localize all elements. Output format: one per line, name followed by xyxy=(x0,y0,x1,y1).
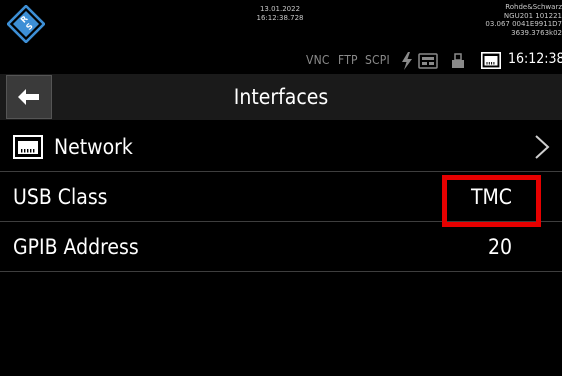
device-info-line: NGU201 101221 xyxy=(503,11,562,20)
usb-icon xyxy=(418,53,438,69)
device-info-line: 03.067 0041E9911D7 xyxy=(485,20,562,28)
settings-list: Network USB Class TMC GPIB Address 20 xyxy=(0,122,562,272)
device-info: Rohde&Schwarz NGU201 101221 03.067 0041E… xyxy=(485,3,562,37)
lightning-icon xyxy=(402,52,412,70)
network-icon xyxy=(481,52,501,69)
network-row[interactable]: Network xyxy=(0,122,562,172)
screen: R S 13.01.2022 16:12:38.728 Rohde&Schwar… xyxy=(0,0,562,376)
capture-date: 13.01.2022 xyxy=(259,5,301,13)
clock: 16:12:38 xyxy=(508,51,562,67)
arrow-left-icon xyxy=(18,89,39,105)
page-title: Interfaces xyxy=(233,85,329,109)
usb-class-row[interactable]: USB Class TMC xyxy=(0,172,562,227)
lock-icon xyxy=(452,53,464,68)
capture-timestamp: 13.01.2022 16:12:38.728 xyxy=(240,5,320,23)
scpi-indicator: SCPI xyxy=(365,53,390,67)
rs-logo-icon: R S xyxy=(7,5,45,43)
chevron-right-icon xyxy=(535,135,550,159)
back-button[interactable] xyxy=(6,75,52,119)
device-info-line: Rohde&Schwarz xyxy=(505,3,562,11)
ftp-indicator: FTP xyxy=(338,53,358,67)
usb-class-value: TMC xyxy=(470,185,512,209)
network-icon xyxy=(13,135,43,159)
usb-class-label: USB Class xyxy=(13,185,108,209)
network-label: Network xyxy=(54,135,133,159)
gpib-address-label: GPIB Address xyxy=(13,235,139,259)
gpib-address-row[interactable]: GPIB Address 20 xyxy=(0,222,562,272)
device-info-line: 3639.3763k02 xyxy=(511,28,562,37)
title-bar: Interfaces xyxy=(0,74,562,120)
capture-time: 16:12:38.728 xyxy=(256,14,304,22)
gpib-address-value: 20 xyxy=(487,235,512,259)
status-row: VNC FTP SCPI 16:12:38 xyxy=(0,51,562,71)
vnc-indicator: VNC xyxy=(306,53,330,67)
